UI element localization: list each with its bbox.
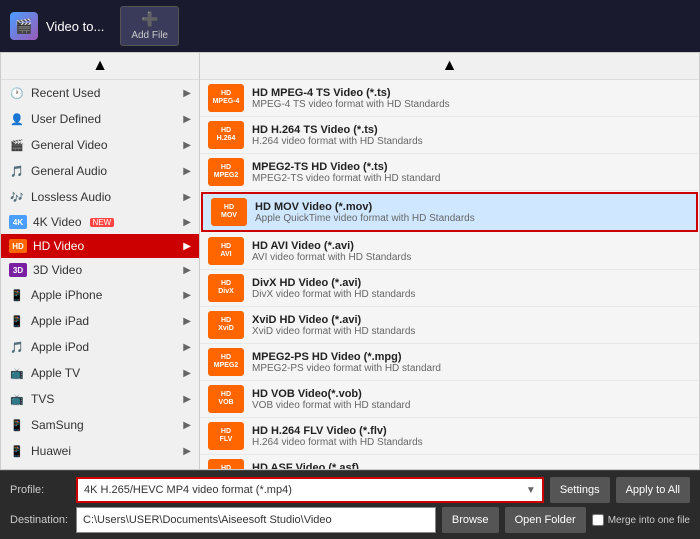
profile-row: Profile: 4K H.265/HEVC MP4 video format … (10, 477, 690, 503)
settings-button[interactable]: Settings (550, 477, 610, 503)
huawei-icon: 📱 (9, 443, 25, 459)
menu-item-user-defined[interactable]: 👤 User Defined ▶ (1, 106, 199, 132)
open-folder-button[interactable]: Open Folder (505, 507, 586, 533)
format-item-h264-ts[interactable]: HDH.264 HD H.264 TS Video (*.ts) H.264 v… (200, 117, 699, 154)
merge-checkbox[interactable] (592, 514, 604, 526)
menu-item-huawei[interactable]: 📱 Huawei ▶ (1, 438, 199, 464)
format-item-mov[interactable]: HDMOV HD MOV Video (*.mov) Apple QuickTi… (201, 192, 698, 232)
format-item-vob[interactable]: HDVOB HD VOB Video(*.vob) VOB video form… (200, 381, 699, 418)
dropdown-overlay: ▲ 🕐 Recent Used ▶ 👤 User Defined ▶ (0, 52, 700, 470)
menu-item-hd-video[interactable]: HD HD Video ▶ (1, 234, 199, 258)
right-scroll-up[interactable]: ▲ (200, 53, 699, 80)
general-audio-icon: 🎵 (9, 163, 25, 179)
format-info-mpeg2-ps: MPEG2-PS HD Video (*.mpg) MPEG2-PS video… (252, 351, 441, 374)
app-title: Video to... (46, 19, 104, 34)
menu-item-sony[interactable]: 🎮 Sony ▶ (1, 464, 199, 470)
format-badge-avi-hd: HDAVI (208, 237, 244, 265)
format-item-mpeg2-ts[interactable]: HDMPEG2 MPEG2-TS HD Video (*.ts) MPEG2-T… (200, 154, 699, 191)
add-file-button[interactable]: ➕ Add File (120, 6, 179, 46)
main-container: 🎬 Video to... ➕ Add File 🎥 ▲ 🕐 Recent Us… (0, 0, 700, 539)
format-info-xvid: XviD HD Video (*.avi) XviD video format … (252, 314, 415, 337)
profile-select[interactable]: 4K H.265/HEVC MP4 video format (*.mp4) ▼ (76, 477, 544, 503)
app-logo: 🎬 (10, 12, 38, 40)
menu-item-general-audio[interactable]: 🎵 General Audio ▶ (1, 158, 199, 184)
destination-path: C:\Users\USER\Documents\Aiseesoft Studio… (76, 507, 436, 533)
profile-label: Profile: (10, 484, 70, 496)
format-info-avi-hd: HD AVI Video (*.avi) AVI video format wi… (252, 240, 411, 263)
menu-item-tvs[interactable]: 📺 TVS ▶ (1, 386, 199, 412)
hd-video-icon: HD (9, 239, 27, 253)
format-badge-flv: HDFLV (208, 422, 244, 450)
format-badge-mpeg2-ts: HDMPEG2 (208, 158, 244, 186)
destination-label: Destination: (10, 514, 70, 526)
menu-item-apple-ipod[interactable]: 🎵 Apple iPod ▶ (1, 334, 199, 360)
samsung-icon: 📱 (9, 417, 25, 433)
menu-item-3d-video[interactable]: 3D 3D Video ▶ (1, 258, 199, 282)
browse-button[interactable]: Browse (442, 507, 499, 533)
format-info-flv: HD H.264 FLV Video (*.flv) H.264 video f… (252, 425, 423, 448)
recent-used-icon: 🕐 (9, 85, 25, 101)
left-scroll-up[interactable]: ▲ (1, 53, 199, 80)
menu-item-4k-video[interactable]: 4K 4K Video NEW ▶ (1, 210, 199, 234)
format-info-vob: HD VOB Video(*.vob) VOB video format wit… (252, 388, 410, 411)
format-info-divx: DivX HD Video (*.avi) DivX video format … (252, 277, 415, 300)
apple-ipad-icon: 📱 (9, 313, 25, 329)
format-info-mov: HD MOV Video (*.mov) Apple QuickTime vid… (255, 201, 475, 224)
left-panel: ▲ 🕐 Recent Used ▶ 👤 User Defined ▶ (0, 52, 200, 470)
format-item-flv[interactable]: HDFLV HD H.264 FLV Video (*.flv) H.264 v… (200, 418, 699, 455)
top-area: 🎥 ▲ 🕐 Recent Used ▶ 👤 (0, 52, 700, 470)
format-badge-mov: HDMOV (211, 198, 247, 226)
format-badge-divx: HDDivX (208, 274, 244, 302)
format-item-asf[interactable]: HDASF HD ASF Video (*.asf) ASF video for… (200, 455, 699, 470)
menu-item-apple-tv[interactable]: 📺 Apple TV ▶ (1, 360, 199, 386)
general-video-icon: 🎬 (9, 137, 25, 153)
format-badge-vob: HDVOB (208, 385, 244, 413)
menu-item-recent-used[interactable]: 🕐 Recent Used ▶ (1, 80, 199, 106)
format-item-divx[interactable]: HDDivX DivX HD Video (*.avi) DivX video … (200, 270, 699, 307)
apple-ipod-icon: 🎵 (9, 339, 25, 355)
sony-icon: 🎮 (9, 469, 25, 470)
4k-video-icon: 4K (9, 215, 27, 229)
merge-label: Merge into one file (608, 515, 690, 526)
format-item-mpeg4-ts[interactable]: HDMPEG-4 HD MPEG-4 TS Video (*.ts) MPEG-… (200, 80, 699, 117)
format-info-h264-ts: HD H.264 TS Video (*.ts) H.264 video for… (252, 124, 423, 147)
user-defined-icon: 👤 (9, 111, 25, 127)
profile-dropdown-icon: ▼ (526, 485, 536, 496)
menu-item-samsung[interactable]: 📱 SamSung ▶ (1, 412, 199, 438)
apple-tv-icon: 📺 (9, 365, 25, 381)
bottom-bar: Profile: 4K H.265/HEVC MP4 video format … (0, 470, 700, 539)
merge-row: Merge into one file (592, 514, 690, 526)
format-item-xvid[interactable]: HDXviD XviD HD Video (*.avi) XviD video … (200, 307, 699, 344)
format-item-avi-hd[interactable]: HDAVI HD AVI Video (*.avi) AVI video for… (200, 233, 699, 270)
format-info-mpeg4-ts: HD MPEG-4 TS Video (*.ts) MPEG-4 TS vide… (252, 87, 450, 110)
menu-item-general-video[interactable]: 🎬 General Video ▶ (1, 132, 199, 158)
format-badge-mpeg4-ts: HDMPEG-4 (208, 84, 244, 112)
format-badge-h264-ts: HDH.264 (208, 121, 244, 149)
3d-video-icon: 3D (9, 263, 27, 277)
apply-all-button[interactable]: Apply to All (616, 477, 690, 503)
format-badge-asf: HDASF (208, 459, 244, 470)
apple-iphone-icon: 📱 (9, 287, 25, 303)
format-badge-xvid: HDXviD (208, 311, 244, 339)
menu-item-apple-iphone[interactable]: 📱 Apple iPhone ▶ (1, 282, 199, 308)
menu-item-lossless-audio[interactable]: 🎶 Lossless Audio ▶ (1, 184, 199, 210)
format-item-mpeg2-ps[interactable]: HDMPEG2 MPEG2-PS HD Video (*.mpg) MPEG2-… (200, 344, 699, 381)
format-badge-mpeg2-ps: HDMPEG2 (208, 348, 244, 376)
destination-row: Destination: C:\Users\USER\Documents\Ais… (10, 507, 690, 533)
right-panel: ▲ HDMPEG-4 HD MPEG-4 TS Video (*.ts) MPE… (200, 52, 700, 470)
format-info-asf: HD ASF Video (*.asf) ASF video format wi… (252, 462, 414, 471)
format-info-mpeg2-ts: MPEG2-TS HD Video (*.ts) MPEG2-TS video … (252, 161, 440, 184)
menu-item-apple-ipad[interactable]: 📱 Apple iPad ▶ (1, 308, 199, 334)
profile-value: 4K H.265/HEVC MP4 video format (*.mp4) (84, 484, 292, 496)
add-file-label: Add File (131, 30, 168, 41)
tvs-icon: 📺 (9, 391, 25, 407)
lossless-audio-icon: 🎶 (9, 189, 25, 205)
